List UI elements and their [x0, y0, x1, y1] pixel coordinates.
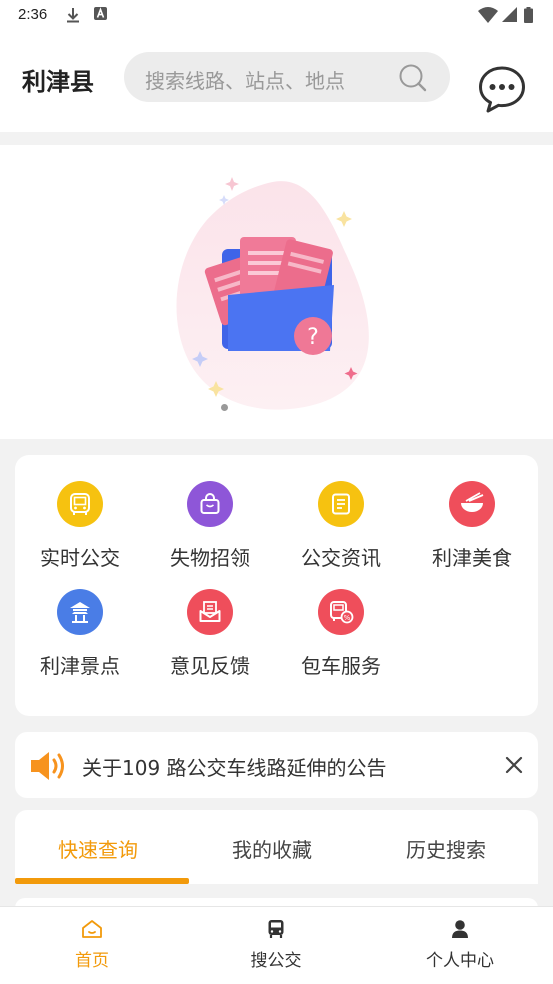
active-tab-indicator: [15, 878, 189, 884]
tab-search-history[interactable]: 历史搜索: [406, 834, 486, 863]
grid-item-label: 实时公交: [40, 546, 120, 570]
function-grid: 实时公交 失物招领 公交资讯 利津美食 利津景点 意见反馈 % 包车服务: [15, 455, 538, 716]
grid-item-local-scenic[interactable]: 利津景点: [15, 589, 145, 679]
tab-my-favorites[interactable]: 我的收藏: [232, 834, 312, 863]
grid-item-feedback[interactable]: 意见反馈: [145, 589, 275, 679]
bus-nav-icon: [268, 920, 284, 938]
grid-item-lost-found[interactable]: 失物招领: [145, 481, 275, 571]
nav-label: 个人中心: [426, 951, 494, 971]
user-icon: [452, 920, 468, 938]
battery-icon: [524, 7, 533, 23]
pagoda-icon: [57, 589, 103, 635]
grid-item-label: 利津景点: [40, 654, 120, 678]
search-placeholder[interactable]: 搜索线路、站点、地点: [145, 65, 345, 94]
svg-text:%: %: [344, 614, 351, 622]
grid-item-label: 意见反馈: [170, 654, 250, 678]
download-icon: [67, 8, 79, 23]
notice-text[interactable]: 关于109 路公交车线路延伸的公告: [82, 752, 387, 781]
grid-item-label: 包车服务: [301, 654, 381, 678]
grid-item-realtime-bus[interactable]: 实时公交: [15, 481, 145, 571]
grid-item-charter-service[interactable]: % 包车服务: [276, 589, 406, 679]
grid-item-local-food[interactable]: 利津美食: [407, 481, 537, 571]
nav-label: 首页: [75, 951, 109, 971]
close-icon[interactable]: [502, 753, 526, 777]
notice-bar[interactable]: 关于109 路公交车线路延伸的公告: [15, 732, 538, 798]
app-header: 利津县 搜索线路、站点、地点: [0, 32, 553, 132]
empty-folder-illustration: ?: [176, 177, 369, 410]
home-icon: [82, 920, 102, 938]
banner-carousel[interactable]: ?: [0, 145, 553, 439]
news-icon: [318, 481, 364, 527]
feedback-mail-icon: [187, 589, 233, 635]
a-badge-icon: [94, 7, 107, 20]
wifi-icon: [478, 7, 498, 23]
message-icon[interactable]: [478, 65, 526, 113]
grid-item-bus-news[interactable]: 公交资讯: [276, 481, 406, 571]
carousel-indicator[interactable]: [221, 404, 228, 411]
signal-icon: [502, 7, 517, 22]
svg-text:?: ?: [307, 325, 319, 350]
bottom-navigation: 首页 搜公交 个人中心: [0, 906, 553, 984]
status-time: 2:36: [18, 6, 48, 23]
search-bar[interactable]: 搜索线路、站点、地点: [124, 52, 450, 102]
nav-profile[interactable]: 个人中心: [410, 919, 510, 971]
charter-bus-icon: %: [318, 589, 364, 635]
bag-icon: [187, 481, 233, 527]
bus-icon: [57, 481, 103, 527]
status-bar: 2:36: [0, 0, 553, 32]
query-tabs: 快速查询 我的收藏 历史搜索: [15, 810, 538, 884]
tab-quick-search[interactable]: 快速查询: [58, 834, 138, 863]
grid-item-label: 利津美食: [432, 546, 512, 570]
grid-item-label: 公交资讯: [301, 546, 381, 570]
nav-label: 搜公交: [250, 951, 302, 971]
nav-search-bus[interactable]: 搜公交: [226, 919, 326, 971]
search-icon[interactable]: [398, 63, 428, 93]
speaker-icon: [31, 752, 64, 780]
nav-home[interactable]: 首页: [42, 919, 142, 971]
grid-item-label: 失物招领: [170, 546, 250, 570]
food-bowl-icon: [449, 481, 495, 527]
city-selector[interactable]: 利津县: [22, 62, 94, 97]
